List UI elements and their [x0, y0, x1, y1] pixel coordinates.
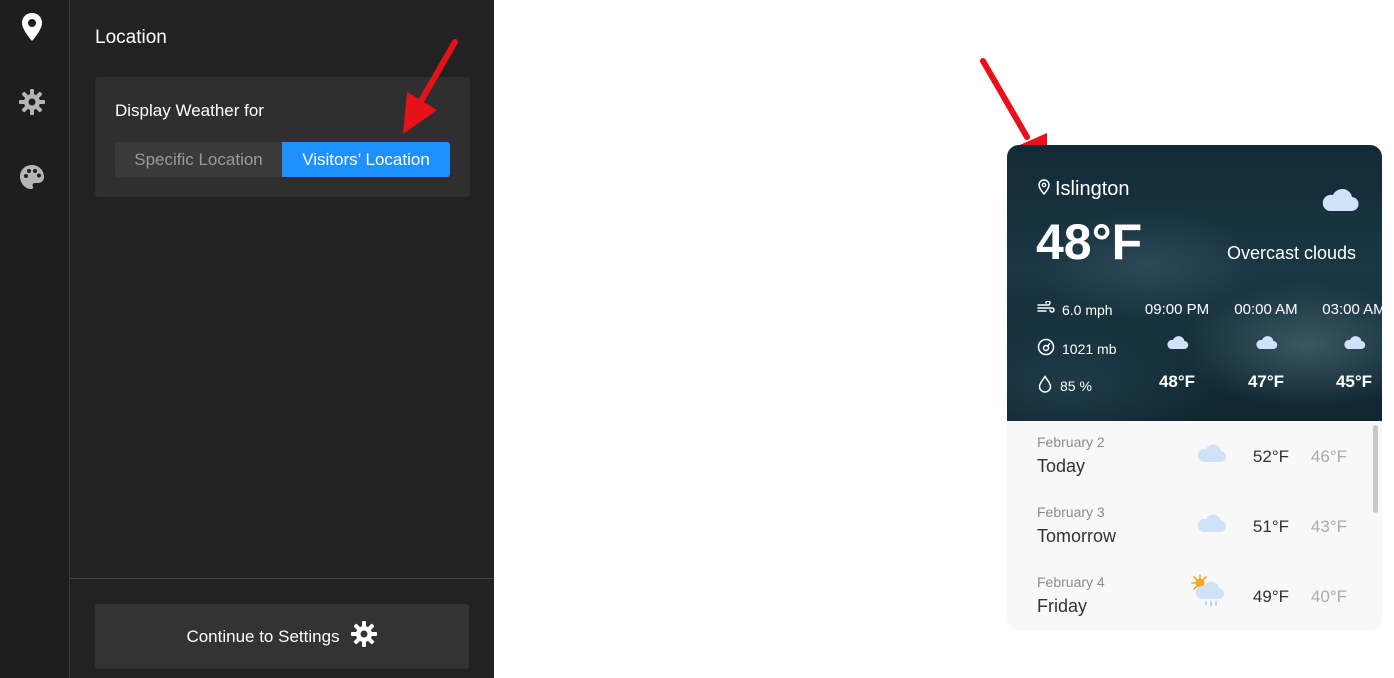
wind-value: 6.0 mph [1062, 301, 1113, 318]
hour-temp: 45°F [1335, 372, 1373, 391]
cloud-icon [1319, 183, 1359, 220]
pressure-stat: 1021 mb [1037, 338, 1116, 359]
forecast-day: Tomorrow [1037, 526, 1117, 546]
hour-time: 09:00 PM [1144, 301, 1210, 318]
weather-widget: Islington 48°F Overcast clouds 6.0 mph 1… [1007, 145, 1382, 630]
humidity-stat: 85 % [1037, 375, 1092, 396]
icon-rail [0, 0, 70, 678]
cloud-icon [1254, 333, 1278, 356]
current-temperature: 48°F [1036, 214, 1143, 270]
specific-location-button[interactable]: Specific Location [115, 142, 282, 177]
location-pin-icon[interactable] [17, 12, 47, 42]
forecast-low: 43°F [1310, 517, 1347, 536]
pressure-value: 1021 mb [1062, 340, 1117, 357]
city-label: Islington [1055, 178, 1130, 200]
cloud-icon [1195, 439, 1227, 470]
palette-icon[interactable] [17, 162, 47, 192]
panel-title: Location [95, 27, 167, 48]
list-item: February 4 Friday 49°F 40°F [1007, 563, 1372, 630]
forecast-high: 49°F [1252, 587, 1289, 606]
forecast-high: 51°F [1252, 517, 1289, 536]
gauge-icon [1037, 338, 1055, 359]
continue-to-settings-button[interactable]: Continue to Settings [95, 604, 469, 669]
display-weather-label: Display Weather for [115, 101, 264, 120]
continue-label: Continue to Settings [186, 626, 340, 646]
location-toggle: Specific Location Visitors’ Location [115, 142, 450, 177]
forecast-low: 46°F [1310, 447, 1347, 466]
visitors-location-button[interactable]: Visitors’ Location [282, 142, 450, 177]
humidity-value: 85 % [1060, 377, 1092, 394]
sun-cloud-rain-icon [1189, 573, 1227, 614]
city-name: Islington [1037, 178, 1130, 201]
forecast-day: Friday [1037, 596, 1088, 616]
gear-icon[interactable] [17, 87, 47, 117]
footer-divider [70, 578, 494, 579]
forecast-date: February 4 [1037, 574, 1105, 590]
cloud-icon [1195, 509, 1227, 540]
hour-time: 03:00 AM [1322, 301, 1382, 318]
map-pin-icon [1037, 178, 1051, 201]
gear-icon [350, 620, 378, 653]
forecast-day: Today [1037, 456, 1086, 476]
location-panel: Location Display Weather for Specific Lo… [70, 0, 494, 678]
forecast-low: 40°F [1310, 587, 1347, 606]
forecast-date: February 3 [1037, 504, 1105, 520]
hour-temp: 48°F [1158, 372, 1196, 391]
water-drop-icon [1037, 375, 1053, 396]
display-weather-card: Display Weather for Specific Location Vi… [95, 77, 470, 197]
hour-time: 00:00 AM [1234, 301, 1298, 318]
cloud-icon [1165, 333, 1189, 356]
wind-stat: 6.0 mph [1037, 300, 1113, 318]
scrollbar[interactable] [1373, 425, 1378, 513]
hour-temp: 47°F [1247, 372, 1285, 391]
current-weather: Islington 48°F Overcast clouds 6.0 mph 1… [1007, 145, 1382, 421]
list-item: February 3 Tomorrow 51°F 43°F [1007, 493, 1372, 563]
wind-icon [1037, 300, 1055, 318]
cloud-icon [1342, 333, 1366, 356]
daily-forecast-list[interactable]: February 2 Today 52°F 46°F February 3 To… [1007, 423, 1382, 630]
condition-text: Overcast clouds [1226, 243, 1356, 263]
list-item: February 2 Today 52°F 46°F [1007, 423, 1372, 493]
forecast-date: February 2 [1037, 434, 1105, 450]
forecast-high: 52°F [1252, 447, 1289, 466]
